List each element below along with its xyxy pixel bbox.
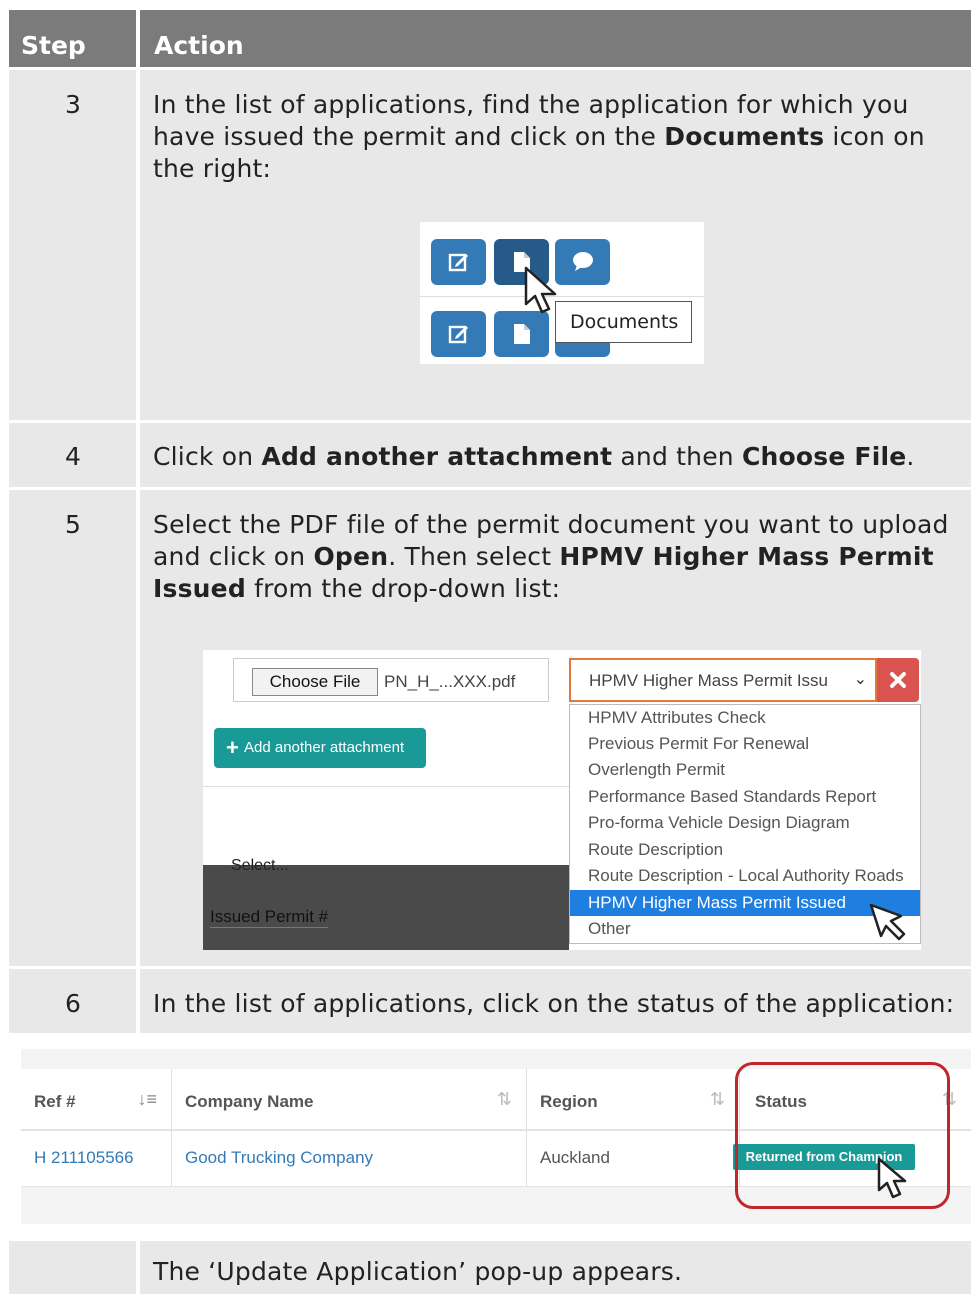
add-attachment-button[interactable]: + Add another attachment [214, 728, 426, 768]
header-step-cell: Step [9, 10, 136, 67]
comment-icon [572, 252, 593, 271]
mouse-cursor-icon [869, 903, 906, 941]
step-number-5: 5 [65, 510, 81, 539]
mouse-cursor-icon [524, 266, 557, 314]
dropdown-option[interactable]: HPMV Attributes Check [570, 705, 920, 731]
issued-permit-label: Issued Permit # [210, 907, 329, 928]
action-text-3: In the list of applications, find the ap… [153, 90, 925, 183]
edit-icon [448, 253, 468, 272]
dropdown-option[interactable]: Route Description [570, 837, 920, 863]
select-placeholder: Select... [231, 857, 289, 874]
dropdown-option[interactable]: Overlength Permit [570, 757, 920, 783]
document-type-selected: HPMV Higher Mass Permit Issu [589, 671, 828, 690]
footer-step-cell [9, 1241, 136, 1294]
edit-button[interactable] [431, 239, 486, 285]
edit-icon [448, 325, 468, 344]
plus-icon: + [226, 735, 239, 760]
dropdown-option[interactable]: Previous Permit For Renewal [570, 731, 920, 757]
documents-tooltip: Documents [555, 301, 692, 343]
footer-note: The ‘Update Application’ pop-up appears. [153, 1257, 683, 1286]
step-number-3: 3 [65, 90, 81, 119]
step-cell-3 [9, 70, 136, 420]
action-text-4: Click on Add another attachment and then… [153, 442, 915, 471]
header-step-label: Step [21, 31, 86, 60]
highlight-ring [735, 1062, 950, 1209]
file-name: PN_H_...XXX.pdf [384, 672, 516, 691]
dropdown-option[interactable]: Route Description - Local Authority Road… [570, 863, 920, 889]
attachment-dropdown-figure: Select... Issued Permit # Choose File PN… [203, 650, 921, 950]
chevron-down-icon: ⌄ [853, 671, 867, 688]
dropdown-option[interactable]: Performance Based Standards Report [570, 784, 920, 810]
remove-attachment-button[interactable] [877, 658, 919, 702]
step-cell-5 [9, 490, 136, 966]
sort-icon[interactable]: ↓≡ [137, 1089, 157, 1110]
step-number-4: 4 [65, 442, 81, 471]
step-number-6: 6 [65, 989, 81, 1018]
close-icon [890, 672, 906, 688]
ref-cell[interactable]: H 211105566 [21, 1131, 172, 1187]
edit-button-row2[interactable] [431, 311, 486, 357]
dropdown-option[interactable]: Pro-forma Vehicle Design Diagram [570, 810, 920, 836]
header-action-label: Action [154, 31, 244, 60]
sort-icon[interactable]: ⇅ [497, 1089, 512, 1110]
document-type-select[interactable]: HPMV Higher Mass Permit Issu ⌄ [569, 658, 877, 702]
company-cell[interactable]: Good Trucking Company [172, 1131, 527, 1187]
sort-icon[interactable]: ⇅ [710, 1089, 725, 1110]
column-header-region[interactable]: Region ⇅ [527, 1069, 740, 1129]
column-header-ref[interactable]: Ref # ↓≡ [21, 1069, 172, 1129]
region-cell: Auckland [527, 1131, 740, 1187]
column-header-company[interactable]: Company Name ⇅ [172, 1069, 527, 1129]
action-text-6: In the list of applications, click on th… [153, 989, 955, 1018]
header-action-cell: Action [140, 10, 971, 67]
add-attachment-label: Add another attachment [244, 739, 405, 756]
action-text-5: Select the PDF file of the permit docume… [153, 510, 949, 603]
document-icon [513, 324, 530, 344]
file-input: Choose File PN_H_...XXX.pdf [233, 658, 549, 702]
mouse-cursor-icon [877, 1157, 907, 1199]
choose-file-button[interactable]: Choose File [252, 668, 378, 696]
